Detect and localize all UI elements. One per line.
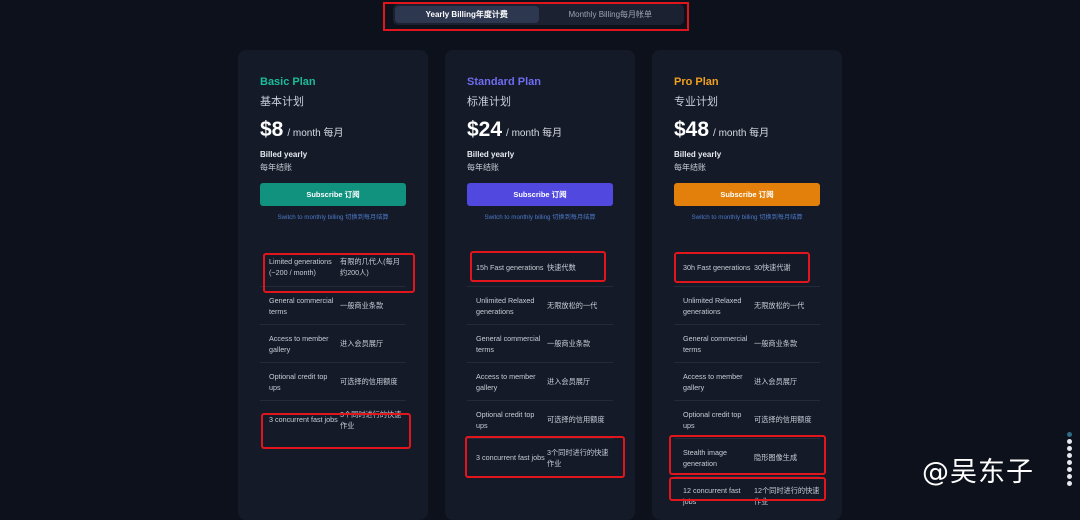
plan-name: Standard Plan <box>467 76 541 88</box>
plan-name: Pro Plan <box>674 76 719 88</box>
pager-dot[interactable] <box>1067 439 1072 444</box>
highlight-box <box>669 477 826 501</box>
highlight-box <box>261 413 411 449</box>
watermark: @吴东子 <box>922 457 1034 488</box>
feature-cn: 可选择的信用额度 <box>340 377 398 386</box>
subscribe-button[interactable]: Subscribe 订阅 <box>467 183 613 206</box>
pager-dot[interactable] <box>1067 460 1072 465</box>
feature-en: Optional credit top ups <box>476 409 535 430</box>
plan-price: $8 <box>260 118 284 141</box>
pager-dot[interactable] <box>1067 467 1072 472</box>
switch-to-monthly-link[interactable]: Switch to monthly billing 切换到每月结算 <box>260 212 406 221</box>
feature-en: Access to member gallery <box>269 333 329 354</box>
feature-cn: 一般商业条款 <box>547 339 591 348</box>
monthly-billing-tab[interactable]: Monthly Billing每月帐单 <box>539 6 683 23</box>
plan-name-cn: 基本计划 <box>260 96 304 108</box>
page-indicator[interactable] <box>1067 432 1072 486</box>
feature-cn: 进入会员展厅 <box>340 339 384 348</box>
feature-item: Unlimited Relaxed generations 无限放松的一代 <box>674 286 820 324</box>
feature-item: Access to member gallery 进入会员展厅 <box>674 362 820 400</box>
highlight-box <box>465 436 625 478</box>
feature-en: Access to member gallery <box>476 371 536 392</box>
price-row: $8 / month 每月 <box>260 118 344 142</box>
billed-yearly: Billed yearly <box>260 150 308 159</box>
feature-cn: 可选择的信用额度 <box>754 415 812 424</box>
feature-en: Unlimited Relaxed generations <box>683 295 742 316</box>
highlight-box <box>669 435 826 475</box>
billing-toggle[interactable]: Yearly Billing年度计费 Monthly Billing每月帐单 <box>393 4 684 25</box>
feature-en: General commercial terms <box>476 333 541 354</box>
feature-cn: 一般商业条款 <box>340 301 384 310</box>
billed-yearly: Billed yearly <box>467 150 515 159</box>
pager-dot[interactable] <box>1067 474 1072 479</box>
highlight-box <box>470 251 606 282</box>
feature-cn: 可选择的信用额度 <box>547 415 605 424</box>
price-period: / month 每月 <box>287 128 344 139</box>
billed-yearly-cn: 每年结账 <box>467 163 499 172</box>
pager-dot[interactable] <box>1067 432 1072 437</box>
feature-item: Optional credit top ups 可选择的信用额度 <box>467 400 613 438</box>
billed-yearly-cn: 每年结账 <box>674 163 706 172</box>
feature-cn: 无限放松的一代 <box>547 301 598 310</box>
feature-en: Access to member gallery <box>683 371 743 392</box>
feature-cn: 无限放松的一代 <box>754 301 805 310</box>
plan-price: $24 <box>467 118 503 141</box>
plan-name: Basic Plan <box>260 76 316 88</box>
pager-dot[interactable] <box>1067 446 1072 451</box>
subscribe-button[interactable]: Subscribe 订阅 <box>674 183 820 206</box>
price-period: / month 每月 <box>713 128 770 139</box>
pager-dot[interactable] <box>1067 481 1072 486</box>
feature-item: General commercial terms 一般商业条款 <box>674 324 820 362</box>
plan-name-cn: 专业计划 <box>674 96 718 108</box>
feature-item: Unlimited Relaxed generations 无限放松的一代 <box>467 286 613 324</box>
price-row: $48 / month 每月 <box>674 118 769 142</box>
billed-yearly-cn: 每年结账 <box>260 163 292 172</box>
plan-name-cn: 标准计划 <box>467 96 511 108</box>
feature-en: Unlimited Relaxed generations <box>476 295 535 316</box>
feature-cn: 进入会员展厅 <box>754 377 798 386</box>
subscribe-button[interactable]: Subscribe 订阅 <box>260 183 406 206</box>
feature-item: Access to member gallery 进入会员展厅 <box>467 362 613 400</box>
price-row: $24 / month 每月 <box>467 118 562 142</box>
feature-item: Optional credit top ups 可选择的信用额度 <box>260 362 406 400</box>
price-period: / month 每月 <box>506 128 563 139</box>
switch-to-monthly-link[interactable]: Switch to monthly billing 切换到每月结算 <box>467 212 613 221</box>
feature-item: Access to member gallery 进入会员展厅 <box>260 324 406 362</box>
highlight-box <box>263 253 415 293</box>
highlight-box <box>674 252 810 283</box>
feature-cn: 一般商业条款 <box>754 339 798 348</box>
yearly-billing-tab[interactable]: Yearly Billing年度计费 <box>395 6 539 23</box>
switch-to-monthly-link[interactable]: Switch to monthly billing 切换到每月结算 <box>674 212 820 221</box>
billed-yearly: Billed yearly <box>674 150 722 159</box>
feature-en: Optional credit top ups <box>269 371 328 392</box>
feature-en: General commercial terms <box>269 295 334 316</box>
feature-cn: 进入会员展厅 <box>547 377 591 386</box>
feature-item: Optional credit top ups 可选择的信用额度 <box>674 400 820 438</box>
feature-item: General commercial terms 一般商业条款 <box>467 324 613 362</box>
pager-dot[interactable] <box>1067 453 1072 458</box>
feature-en: Optional credit top ups <box>683 409 742 430</box>
plan-price: $48 <box>674 118 710 141</box>
feature-en: General commercial terms <box>683 333 748 354</box>
